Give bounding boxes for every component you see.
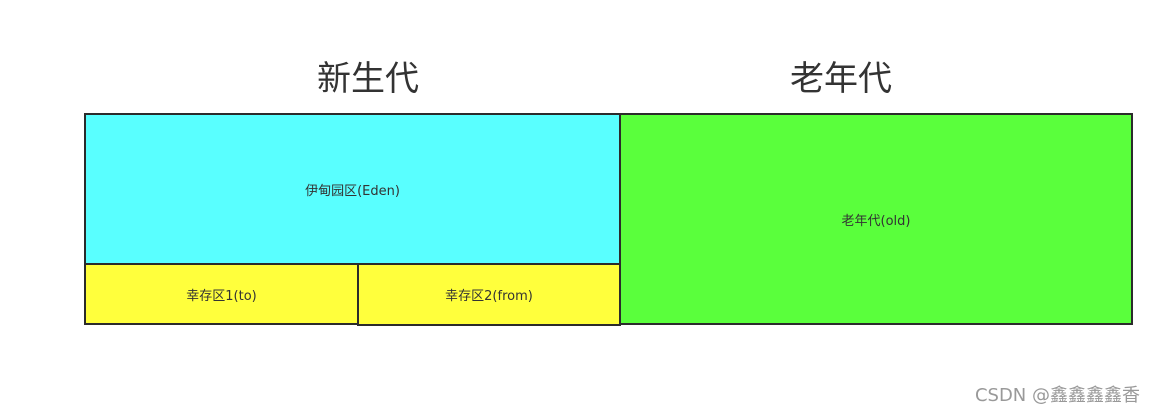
survivor-from-region: 幸存区2(from)	[357, 263, 621, 326]
young-generation-title: 新生代	[317, 59, 419, 99]
survivor-from-label: 幸存区2(from)	[445, 289, 533, 304]
watermark: CSDN @鑫鑫鑫鑫香	[974, 385, 1140, 406]
old-generation-label: 老年代(old)	[841, 213, 911, 229]
old-generation-title: 老年代	[790, 59, 892, 99]
eden-label: 伊甸园区(Eden)	[305, 183, 400, 199]
survivor-to-region: 幸存区1(to)	[84, 263, 359, 325]
old-generation-region: 老年代(old)	[619, 113, 1133, 325]
survivor-to-label: 幸存区1(to)	[186, 288, 257, 304]
eden-region: 伊甸园区(Eden)	[84, 113, 621, 265]
